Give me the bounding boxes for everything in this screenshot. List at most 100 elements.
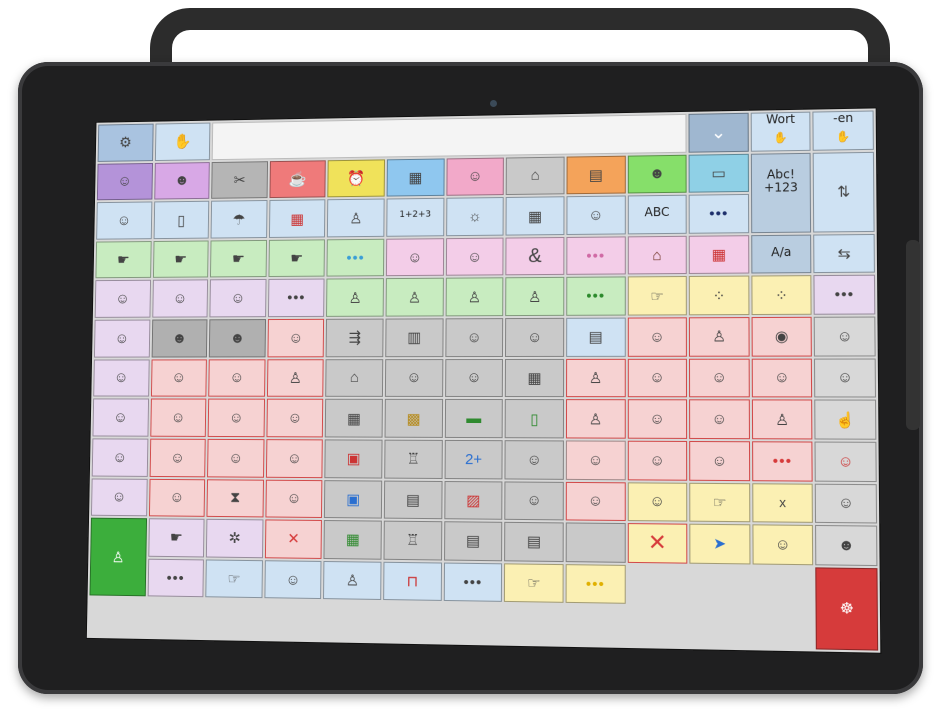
adjective-cell[interactable]: ☞ (627, 276, 687, 316)
category-colors[interactable]: ▦ (268, 199, 326, 238)
verb-cell[interactable]: ♙ (565, 358, 626, 398)
verb-cell[interactable]: ☺ (751, 358, 813, 398)
category-body[interactable]: ☺ (446, 157, 505, 197)
more-button[interactable]: ••• (566, 236, 626, 276)
category-weather[interactable]: ☂ (210, 200, 268, 239)
noun-cell[interactable]: ⌂ (325, 358, 384, 398)
arrange-button[interactable]: ⇅ (813, 151, 875, 233)
noun-cell[interactable]: ☺ (445, 318, 504, 357)
word-cell[interactable]: ☛ (147, 518, 205, 558)
category-tools[interactable]: ✂ (211, 160, 268, 200)
noun-cell[interactable]: ▤ (443, 521, 503, 562)
word-cell[interactable]: ☻ (815, 525, 878, 566)
pronoun-cell[interactable]: ☺ (91, 438, 148, 477)
abc123-button[interactable]: Abc! +123 (750, 152, 812, 233)
verb-cell[interactable]: ☺ (150, 359, 208, 397)
word-cell[interactable]: ☛ (268, 239, 326, 278)
suffix-button[interactable]: -en ✋ (812, 110, 874, 151)
verb-cell[interactable]: ☺ (149, 398, 207, 437)
noun-cell[interactable]: ▦ (505, 358, 565, 398)
category-places[interactable]: ⌂ (505, 156, 565, 196)
category-cell[interactable]: ⊓ (383, 561, 442, 602)
more-button[interactable]: ••• (147, 558, 205, 598)
more-button[interactable]: ••• (751, 441, 814, 482)
verb-cell[interactable]: ☺ (627, 399, 688, 439)
word-cell[interactable]: ⌂ (627, 235, 687, 275)
collapse-button[interactable]: ⌄ (688, 112, 749, 153)
noun-cell[interactable]: ☺ (444, 358, 504, 398)
noun-cell[interactable]: ♖ (383, 520, 442, 561)
verb-cell[interactable]: ☺ (267, 318, 325, 358)
word-button[interactable]: Wort ✋ (750, 111, 811, 152)
noun-cell[interactable]: ▣ (324, 479, 383, 519)
word-cell[interactable]: ▦ (688, 235, 750, 275)
category-cell[interactable]: ☞ (205, 559, 263, 599)
noun-cell[interactable]: ▨ (443, 480, 503, 520)
noun-cell[interactable]: ☻ (209, 319, 266, 358)
verb-cell[interactable]: ☺ (627, 358, 688, 398)
verb-cell[interactable]: ☺ (207, 398, 265, 438)
pronoun-cell[interactable]: ☺ (93, 359, 150, 397)
category-cell[interactable]: ☺ (264, 559, 322, 600)
noun-cell[interactable]: ☺ (384, 358, 444, 398)
pronoun-cell[interactable]: ☺ (209, 279, 267, 318)
verb-cell[interactable]: ◉ (751, 316, 813, 357)
noun-cell[interactable]: ▬ (444, 399, 504, 439)
more-button[interactable]: ••• (565, 563, 626, 605)
word-cell[interactable]: ♙ (385, 278, 444, 317)
adjective-cell[interactable]: ☞ (504, 563, 564, 604)
category-computer[interactable]: ▭ (688, 153, 749, 193)
category-week[interactable]: ▦ (505, 196, 565, 236)
numbers-button[interactable]: 1+2+3 (386, 197, 445, 237)
word-cell[interactable]: ☺ (814, 316, 876, 357)
stop-button[interactable]: ☸ (815, 567, 879, 651)
verb-cell[interactable]: ✕ (264, 519, 323, 559)
word-cell[interactable]: ☛ (152, 240, 209, 279)
adjective-cell[interactable]: x (751, 482, 814, 524)
verb-cell[interactable]: ☺ (689, 440, 750, 481)
noun-cell[interactable]: 2+ (444, 439, 503, 479)
word-cell[interactable]: ☺ (814, 441, 877, 482)
noun-cell[interactable]: ☺ (504, 480, 564, 521)
noun-cell[interactable]: ☺ (505, 317, 565, 357)
word-cell[interactable]: ♙ (505, 277, 565, 317)
go-button[interactable]: ♙ (89, 517, 147, 597)
word-cell[interactable]: ✲ (206, 518, 264, 558)
verb-cell[interactable]: ♙ (565, 399, 626, 439)
more-button[interactable]: ••• (566, 276, 626, 316)
toggle-button[interactable]: ⇆ (813, 233, 875, 274)
adjective-cell[interactable]: ☞ (689, 482, 751, 523)
pronoun-cell[interactable]: ☺ (92, 398, 149, 437)
pronoun-cell[interactable]: ☺ (94, 280, 151, 318)
word-cell[interactable]: ☝ (814, 399, 877, 440)
verb-cell[interactable]: ☺ (265, 439, 324, 478)
more-button[interactable]: ••• (326, 238, 385, 278)
verb-cell[interactable]: ☺ (565, 481, 626, 522)
keyboard-button[interactable]: ABC (627, 194, 687, 235)
mode-button[interactable]: ✋ (154, 122, 211, 161)
noun-cell[interactable]: ⇶ (326, 318, 384, 357)
category-family[interactable]: ☺ (96, 201, 152, 240)
category-actions[interactable]: ☻ (153, 161, 211, 200)
noun-cell[interactable]: ▤ (504, 521, 564, 562)
noun-cell[interactable]: ▣ (324, 439, 383, 479)
noun-cell[interactable]: ▩ (384, 399, 443, 438)
category-cell[interactable]: ♙ (323, 560, 382, 601)
verb-cell[interactable]: ⧗ (206, 478, 264, 518)
word-cell[interactable]: ☛ (95, 240, 152, 279)
noun-cell[interactable] (565, 522, 626, 563)
message-bar[interactable] (211, 113, 687, 160)
verb-cell[interactable]: ☺ (627, 440, 688, 481)
category-food[interactable]: ☕ (269, 159, 327, 199)
more-button[interactable]: ••• (443, 562, 503, 603)
settings-button[interactable]: ⚙ (97, 123, 154, 162)
category-cell[interactable]: ▤ (566, 317, 626, 357)
ampersand-button[interactable]: & (505, 236, 565, 276)
word-cell[interactable]: ☺ (445, 237, 504, 277)
verb-cell[interactable]: ✕ (627, 523, 688, 564)
noun-cell[interactable]: ▯ (504, 399, 564, 439)
verb-cell[interactable]: ☺ (627, 317, 688, 357)
word-cell[interactable]: ••• (813, 275, 876, 315)
category-reading[interactable]: ▯ (153, 200, 210, 239)
verb-cell[interactable]: ☺ (565, 440, 626, 480)
